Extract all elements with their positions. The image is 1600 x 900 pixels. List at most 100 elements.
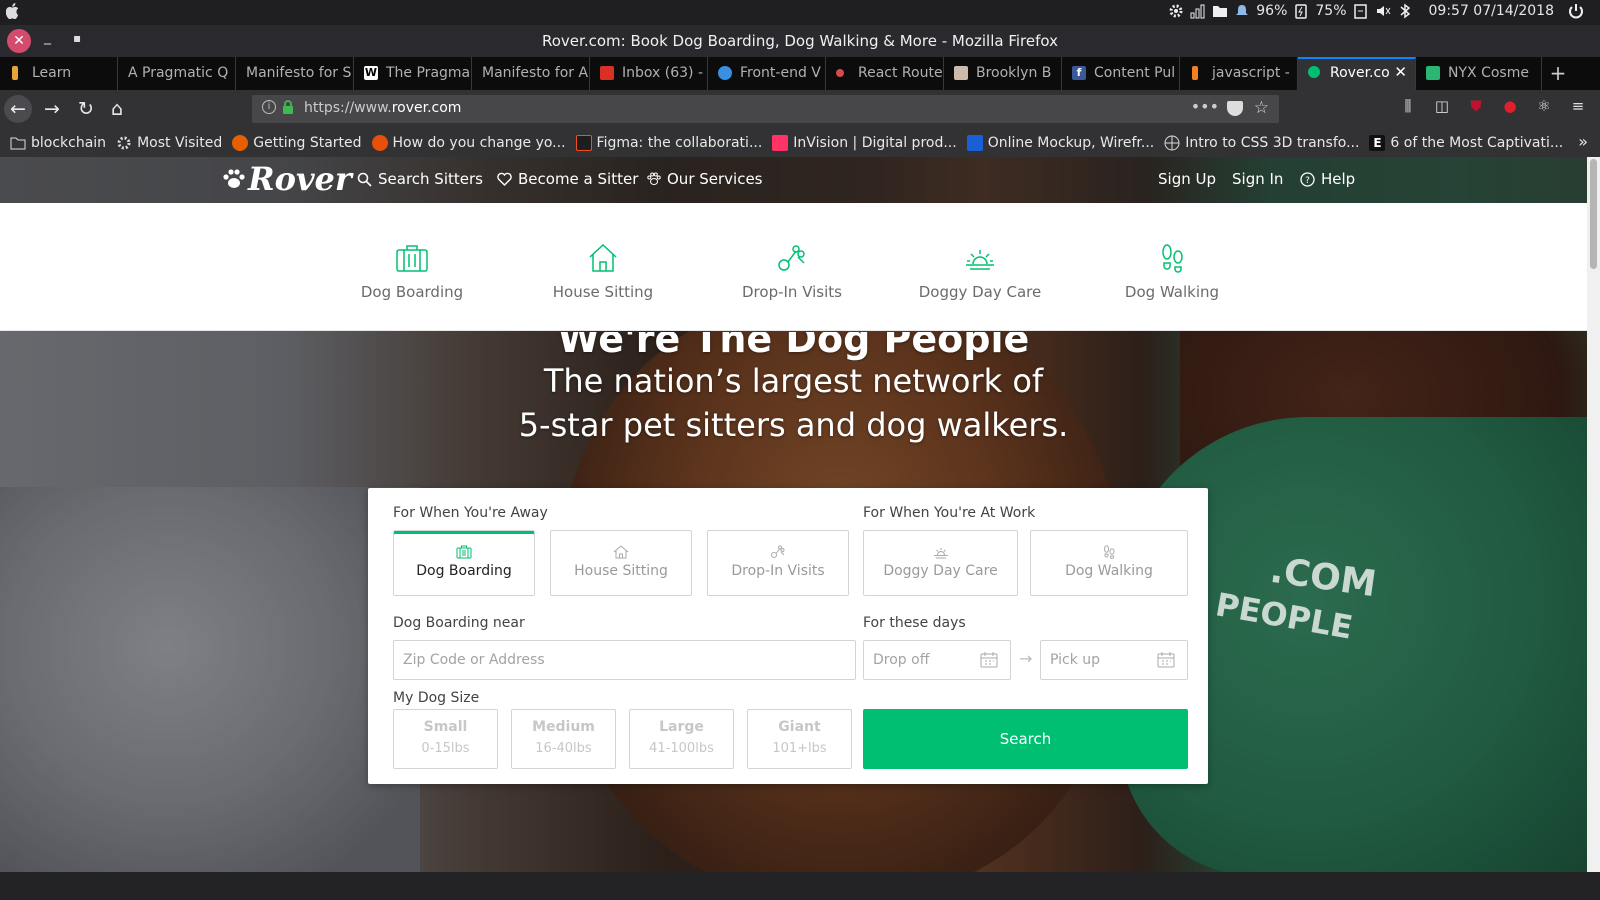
new-tab-button[interactable]: +	[1542, 57, 1574, 90]
away-label: For When You're Away	[393, 505, 548, 521]
tab-pragmatic-wiki[interactable]: W The Pragma	[354, 57, 472, 90]
bookmark-ask[interactable]: How do you change yo...	[371, 134, 566, 151]
option-drop-in-visits[interactable]: Drop-In Visits	[707, 530, 849, 596]
bookmark-getting-started[interactable]: Getting Started	[232, 134, 362, 151]
tab-manifesto-s[interactable]: Manifesto for S	[236, 57, 354, 90]
gear-icon	[117, 136, 131, 149]
service-house-sitting[interactable]: House Sitting	[523, 243, 683, 301]
nav-sign-up[interactable]: Sign Up	[1158, 170, 1216, 188]
forward-button[interactable]: →	[38, 95, 66, 123]
reload-button[interactable]: ↻	[72, 95, 100, 123]
option-doggy-day-care[interactable]: Doggy Day Care	[863, 530, 1018, 596]
tab-javascript[interactable]: javascript -	[1180, 57, 1298, 90]
bookmark-moqups[interactable]: Online Mockup, Wirefr...	[966, 134, 1154, 151]
bookmark-star-icon[interactable]: ☆	[1254, 98, 1269, 118]
sidebar-icon[interactable]: ◫	[1432, 96, 1452, 116]
system-menu-bar: 96% 75% 09:57 07/14/2018	[0, 0, 1600, 25]
nav-our-services[interactable]: Our Services	[647, 170, 763, 188]
bookmark-captivating[interactable]: E6 of the Most Captivati...	[1369, 134, 1563, 151]
tab-close-icon[interactable]: ✕	[1394, 63, 1407, 81]
moqups-icon	[966, 134, 983, 151]
calendar-icon[interactable]	[1157, 651, 1175, 668]
navigation-toolbar: ← → ↻ ⌂ i https://www.rover.com ••• ☆ ⫼ …	[0, 90, 1600, 128]
page-actions-icon[interactable]: •••	[1191, 97, 1219, 116]
apple-icon[interactable]	[6, 3, 19, 19]
footprints-icon	[1162, 244, 1183, 273]
bookmark-invision[interactable]: InVision | Digital prod...	[772, 134, 957, 151]
notification-bell-icon[interactable]	[1234, 3, 1250, 19]
clipboard-icon[interactable]	[1353, 3, 1369, 19]
rover-logo[interactable]: Rover	[222, 160, 352, 198]
hero-subline-1: The nation’s largest network of	[543, 362, 1044, 400]
network-bars-icon[interactable]	[1190, 3, 1206, 19]
tab-nyx[interactable]: NYX Cosme	[1416, 57, 1542, 90]
size-label: My Dog Size	[393, 690, 480, 706]
home-button[interactable]: ⌂	[103, 95, 131, 123]
option-dog-boarding[interactable]: Dog Boarding	[393, 530, 535, 596]
menu-hamburger-icon[interactable]: ≡	[1568, 96, 1588, 116]
search-icon	[357, 172, 372, 187]
lock-icon[interactable]	[282, 100, 294, 115]
search-button[interactable]: Search	[863, 709, 1188, 769]
size-small-option[interactable]: Small 0-15lbs	[393, 709, 498, 769]
rover-paw-icon	[1308, 66, 1320, 78]
battery-percent-2: 75%	[1315, 3, 1347, 19]
house-icon	[589, 243, 617, 272]
system-clock: 09:57 07/14/2018	[1428, 3, 1555, 19]
dropoff-date-input[interactable]: Drop off	[863, 640, 1011, 680]
tab-frontend[interactable]: Front-end V	[708, 57, 826, 90]
page-scrollbar[interactable]	[1587, 157, 1600, 872]
service-doggy-day-care[interactable]: Doggy Day Care	[900, 243, 1060, 301]
bookmarks-overflow-icon[interactable]: »	[1578, 132, 1588, 151]
info-icon[interactable]: i	[262, 100, 276, 114]
ask-icon	[371, 134, 388, 151]
volume-icon[interactable]	[1375, 3, 1391, 19]
tab-brooklyn[interactable]: Brooklyn B	[944, 57, 1062, 90]
bookmark-css3d[interactable]: Intro to CSS 3D transfo...	[1164, 135, 1359, 151]
bookmark-figma[interactable]: Figma: the collaborati...	[575, 134, 762, 151]
tab-react-router[interactable]: React Route	[826, 57, 944, 90]
nav-search-sitters[interactable]: Search Sitters	[357, 170, 483, 188]
url-bar[interactable]: i https://www.rover.com ••• ☆	[252, 95, 1279, 123]
tab-content[interactable]: f Content Pul	[1062, 57, 1180, 90]
settings-gear-icon[interactable]	[1168, 3, 1184, 19]
back-button[interactable]: ←	[4, 95, 32, 123]
tab-learn[interactable]: Learn	[0, 57, 118, 90]
battery-icon[interactable]	[1293, 3, 1309, 19]
library-icon[interactable]: ⫼	[1398, 96, 1418, 116]
nav-help[interactable]: ? Help	[1300, 170, 1355, 188]
gmail-icon	[600, 66, 614, 80]
tab-inbox[interactable]: Inbox (63) -	[590, 57, 708, 90]
rover-paw-icon	[223, 169, 245, 188]
tab-favicon-icon	[12, 66, 18, 80]
bone-icon	[778, 245, 805, 271]
ublock-icon[interactable]: ⛊	[1466, 96, 1486, 116]
service-dog-walking[interactable]: Dog Walking	[1092, 243, 1252, 301]
folder-icon	[10, 137, 26, 149]
service-drop-in-visits[interactable]: Drop-In Visits	[712, 243, 872, 301]
bookmark-most-visited[interactable]: Most Visited	[116, 135, 222, 151]
bookmark-blockchain[interactable]: blockchain	[10, 135, 106, 151]
calendar-icon[interactable]	[980, 651, 998, 668]
tab-rover-active[interactable]: Rover.co ✕	[1298, 57, 1416, 90]
service-dog-boarding[interactable]: Dog Boarding	[332, 243, 492, 301]
pocket-icon[interactable]	[1227, 101, 1243, 116]
vivaldi-extension-icon[interactable]: ●	[1500, 96, 1520, 116]
nav-become-sitter[interactable]: Become a Sitter	[497, 170, 638, 188]
scrollbar-thumb[interactable]	[1590, 159, 1597, 269]
size-medium-option[interactable]: Medium 16-40lbs	[511, 709, 616, 769]
option-house-sitting[interactable]: House Sitting	[550, 530, 692, 596]
tab-bar: Learn A Pragmatic Q Manifesto for S W The…	[0, 57, 1600, 90]
folder-icon[interactable]	[1212, 3, 1228, 19]
tab-pragmatic[interactable]: A Pragmatic Q	[118, 57, 236, 90]
address-input[interactable]: Zip Code or Address	[393, 640, 856, 680]
nav-sign-in[interactable]: Sign In	[1232, 170, 1283, 188]
size-large-option[interactable]: Large 41-100lbs	[629, 709, 734, 769]
tab-manifesto-a[interactable]: Manifesto for A	[472, 57, 590, 90]
power-icon[interactable]	[1568, 3, 1584, 19]
pickup-date-input[interactable]: Pick up	[1040, 640, 1188, 680]
react-devtools-icon[interactable]: ⚛	[1534, 96, 1554, 116]
option-dog-walking[interactable]: Dog Walking	[1030, 530, 1188, 596]
bluetooth-icon[interactable]	[1397, 3, 1413, 19]
size-giant-option[interactable]: Giant 101+lbs	[747, 709, 852, 769]
